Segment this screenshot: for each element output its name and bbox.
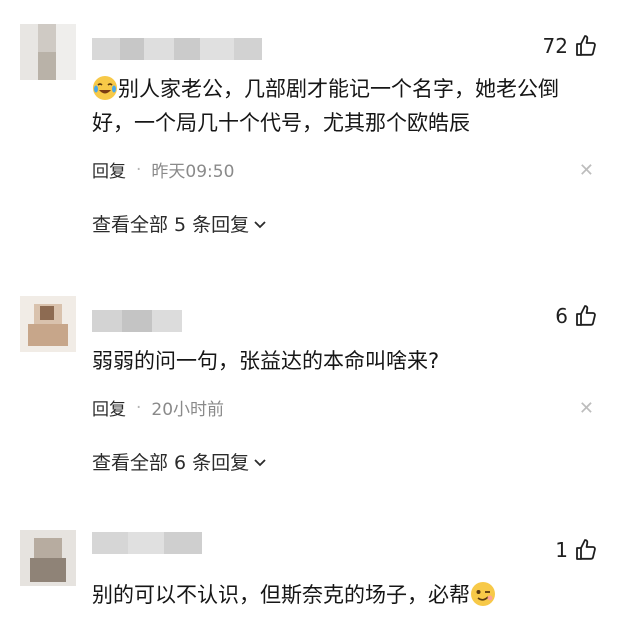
comment-time: 昨天09:50	[151, 162, 235, 182]
comment-meta: 回复 · 20小时前	[92, 395, 225, 421]
view-all-replies-label: 查看全部 5 条回复	[92, 214, 250, 236]
comment-text-line1: 别的可以不认识，但斯奈克的场子，必帮	[92, 583, 470, 607]
comment-item: 72 别人家老公，几部剧才能记一个名字，她老公倒 好，一个局几十个代号，尤其那个…	[0, 0, 640, 260]
avatar[interactable]	[20, 296, 76, 352]
thumbs-up-icon	[576, 539, 596, 560]
like-count: 72	[542, 34, 568, 58]
comment-item: 1 别的可以不认识，但斯奈克的场子，必帮	[0, 510, 640, 629]
view-all-replies-button[interactable]: 查看全部 6 条回复	[92, 448, 267, 475]
username-blurred[interactable]	[92, 532, 202, 554]
view-all-replies-button[interactable]: 查看全部 5 条回复	[92, 210, 267, 237]
comment-text-line1: 弱弱的问一句，张益达的本命叫啥来?	[92, 349, 440, 373]
close-icon[interactable]: ✕	[579, 398, 594, 419]
comment-time: 20小时前	[151, 400, 225, 420]
thumbs-up-icon	[576, 305, 596, 326]
reply-button[interactable]: 回复	[92, 395, 126, 420]
separator-dot: ·	[136, 159, 142, 180]
like-button[interactable]: 6	[555, 304, 598, 328]
chevron-down-icon	[254, 458, 266, 466]
username-blurred[interactable]	[92, 38, 262, 60]
like-button[interactable]: 72	[543, 34, 598, 58]
avatar[interactable]	[20, 24, 76, 80]
reply-button[interactable]: 回复	[92, 157, 126, 182]
like-count: 1	[555, 538, 568, 562]
wink-emoji	[471, 582, 495, 606]
avatar[interactable]	[20, 530, 76, 586]
separator-dot: ·	[136, 397, 142, 418]
comment-text-line2: 好，一个局几十个代号，尤其那个欧皓辰	[92, 111, 470, 135]
crying-laughing-emoji	[93, 76, 117, 100]
like-button[interactable]: 1	[555, 538, 598, 562]
comment-text: 别人家老公，几部剧才能记一个名字，她老公倒 好，一个局几十个代号，尤其那个欧皓辰	[92, 72, 600, 140]
view-all-replies-label: 查看全部 6 条回复	[92, 452, 250, 474]
close-icon[interactable]: ✕	[579, 160, 594, 181]
thumbs-up-icon	[576, 35, 596, 56]
comment-text: 别的可以不认识，但斯奈克的场子，必帮	[92, 578, 600, 612]
chevron-down-icon	[254, 220, 266, 228]
comment-item: 6 弱弱的问一句，张益达的本命叫啥来? 回复 · 20小时前 ✕ 查看全部 6 …	[0, 260, 640, 510]
comment-text-line1: 别人家老公，几部剧才能记一个名字，她老公倒	[118, 77, 559, 101]
like-count: 6	[555, 304, 568, 328]
comment-text: 弱弱的问一句，张益达的本命叫啥来?	[92, 344, 600, 378]
comment-meta: 回复 · 昨天09:50	[92, 157, 235, 183]
username-blurred[interactable]	[92, 310, 182, 332]
